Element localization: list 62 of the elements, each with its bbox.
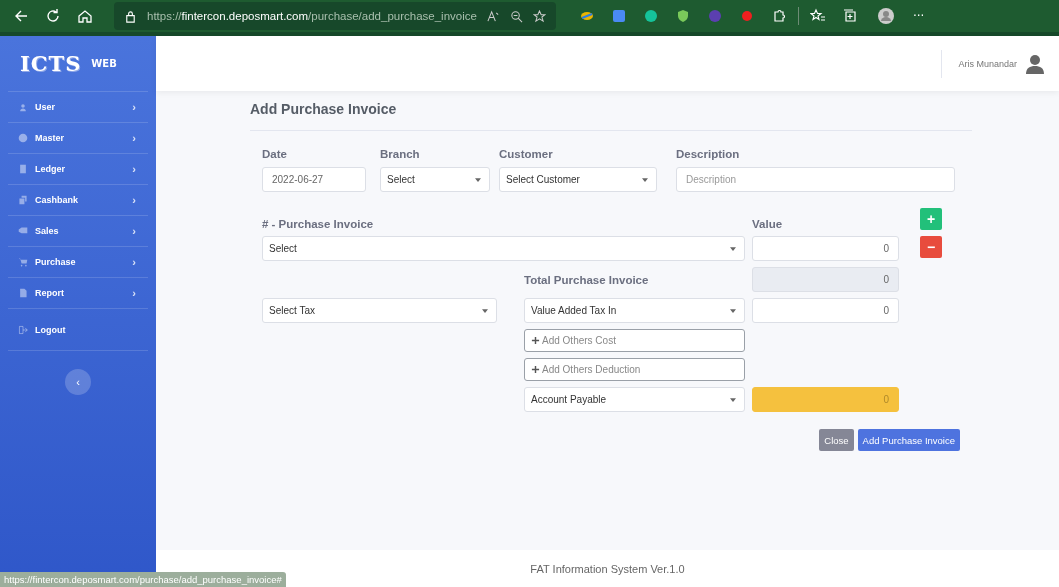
caret-icon (730, 397, 736, 402)
book-icon (18, 164, 28, 174)
close-button[interactable]: Close (819, 429, 854, 451)
lock-icon (124, 9, 137, 23)
select-field[interactable]: Select (262, 236, 745, 261)
sidebar-item[interactable]: Cashbank › (8, 185, 148, 216)
sidebar-item[interactable]: Purchase › (8, 247, 148, 278)
add-others-cost-button[interactable]: Add Others Cost (524, 329, 745, 352)
logout-icon (18, 324, 28, 335)
total-field[interactable]: 0 (752, 267, 899, 292)
select-field[interactable]: Select (380, 167, 490, 192)
sidebar-item[interactable]: Master › (8, 123, 148, 154)
caret-icon (475, 177, 481, 182)
more-button[interactable]: ··· (912, 9, 925, 23)
sidebar-item[interactable]: Report › (8, 278, 148, 309)
input-field[interactable]: Description (676, 167, 955, 192)
user-name[interactable]: Aris Munandar (958, 58, 1017, 69)
status-url: https://fintercon.deposmart.com/purchase/add_purchase_invoice# (0, 572, 286, 587)
sidebar-item[interactable]: Sales › (8, 216, 148, 247)
read-aloud-icon[interactable] (486, 9, 500, 23)
plus-icon (531, 336, 540, 345)
file-icon (18, 288, 28, 298)
select-field[interactable]: Account Payable (524, 387, 745, 412)
cart-icon (18, 257, 28, 267)
submit-button[interactable]: Add Purchase Invoice (857, 429, 960, 451)
select-field[interactable]: Select Customer (499, 167, 657, 192)
sidebar-item[interactable]: Ledger › (8, 154, 148, 185)
page-title: Add Purchase Invoice (250, 101, 398, 119)
logo-suffix: WEB (91, 58, 117, 69)
field-label: Value (752, 218, 784, 230)
collapse-button[interactable]: ‹ (65, 369, 91, 395)
user-icon (18, 102, 28, 112)
select-field[interactable]: Value Added Tax In (524, 298, 745, 323)
value-field[interactable]: 0 (752, 236, 899, 261)
field-label: # - Purchase Invoice (262, 218, 375, 230)
field-label: Customer (499, 148, 554, 160)
url-text: https://fintercon.deposmart.com/purchase/add_purchase_invoice (147, 10, 477, 22)
zoom-icon[interactable] (509, 9, 523, 23)
remove-row-button[interactable]: − (920, 236, 942, 258)
logout-link[interactable]: Logout (8, 309, 148, 351)
copy-icon (18, 195, 28, 205)
input-field[interactable]: 2022-06-27 (262, 167, 366, 192)
select-field[interactable]: Select Tax (262, 298, 497, 323)
footer-text: FAT Information System Ver.1.0 (530, 562, 685, 575)
address-bar[interactable]: https://fintercon.deposmart.com/purchase/add_purchase_invoice (114, 2, 556, 30)
value-field[interactable]: 0 (752, 298, 899, 323)
user-avatar-icon[interactable] (1025, 53, 1045, 74)
field-label: Total Purchase Invoice (524, 274, 650, 288)
logo: ICTS (20, 51, 82, 76)
add-others-deduction-button[interactable]: Add Others Deduction (524, 358, 745, 381)
caret-icon (642, 177, 648, 182)
star-icon[interactable] (532, 9, 546, 23)
field-label: Description (676, 148, 741, 160)
sidebar-item[interactable]: User › (8, 92, 148, 123)
caret-icon (482, 308, 488, 313)
field-label: Date (262, 148, 288, 160)
plus-icon (531, 365, 540, 374)
caret-icon (730, 308, 736, 313)
globe-icon (18, 133, 28, 143)
caret-icon (730, 246, 736, 251)
field-label: Branch (380, 148, 421, 160)
tag-icon (18, 226, 28, 236)
